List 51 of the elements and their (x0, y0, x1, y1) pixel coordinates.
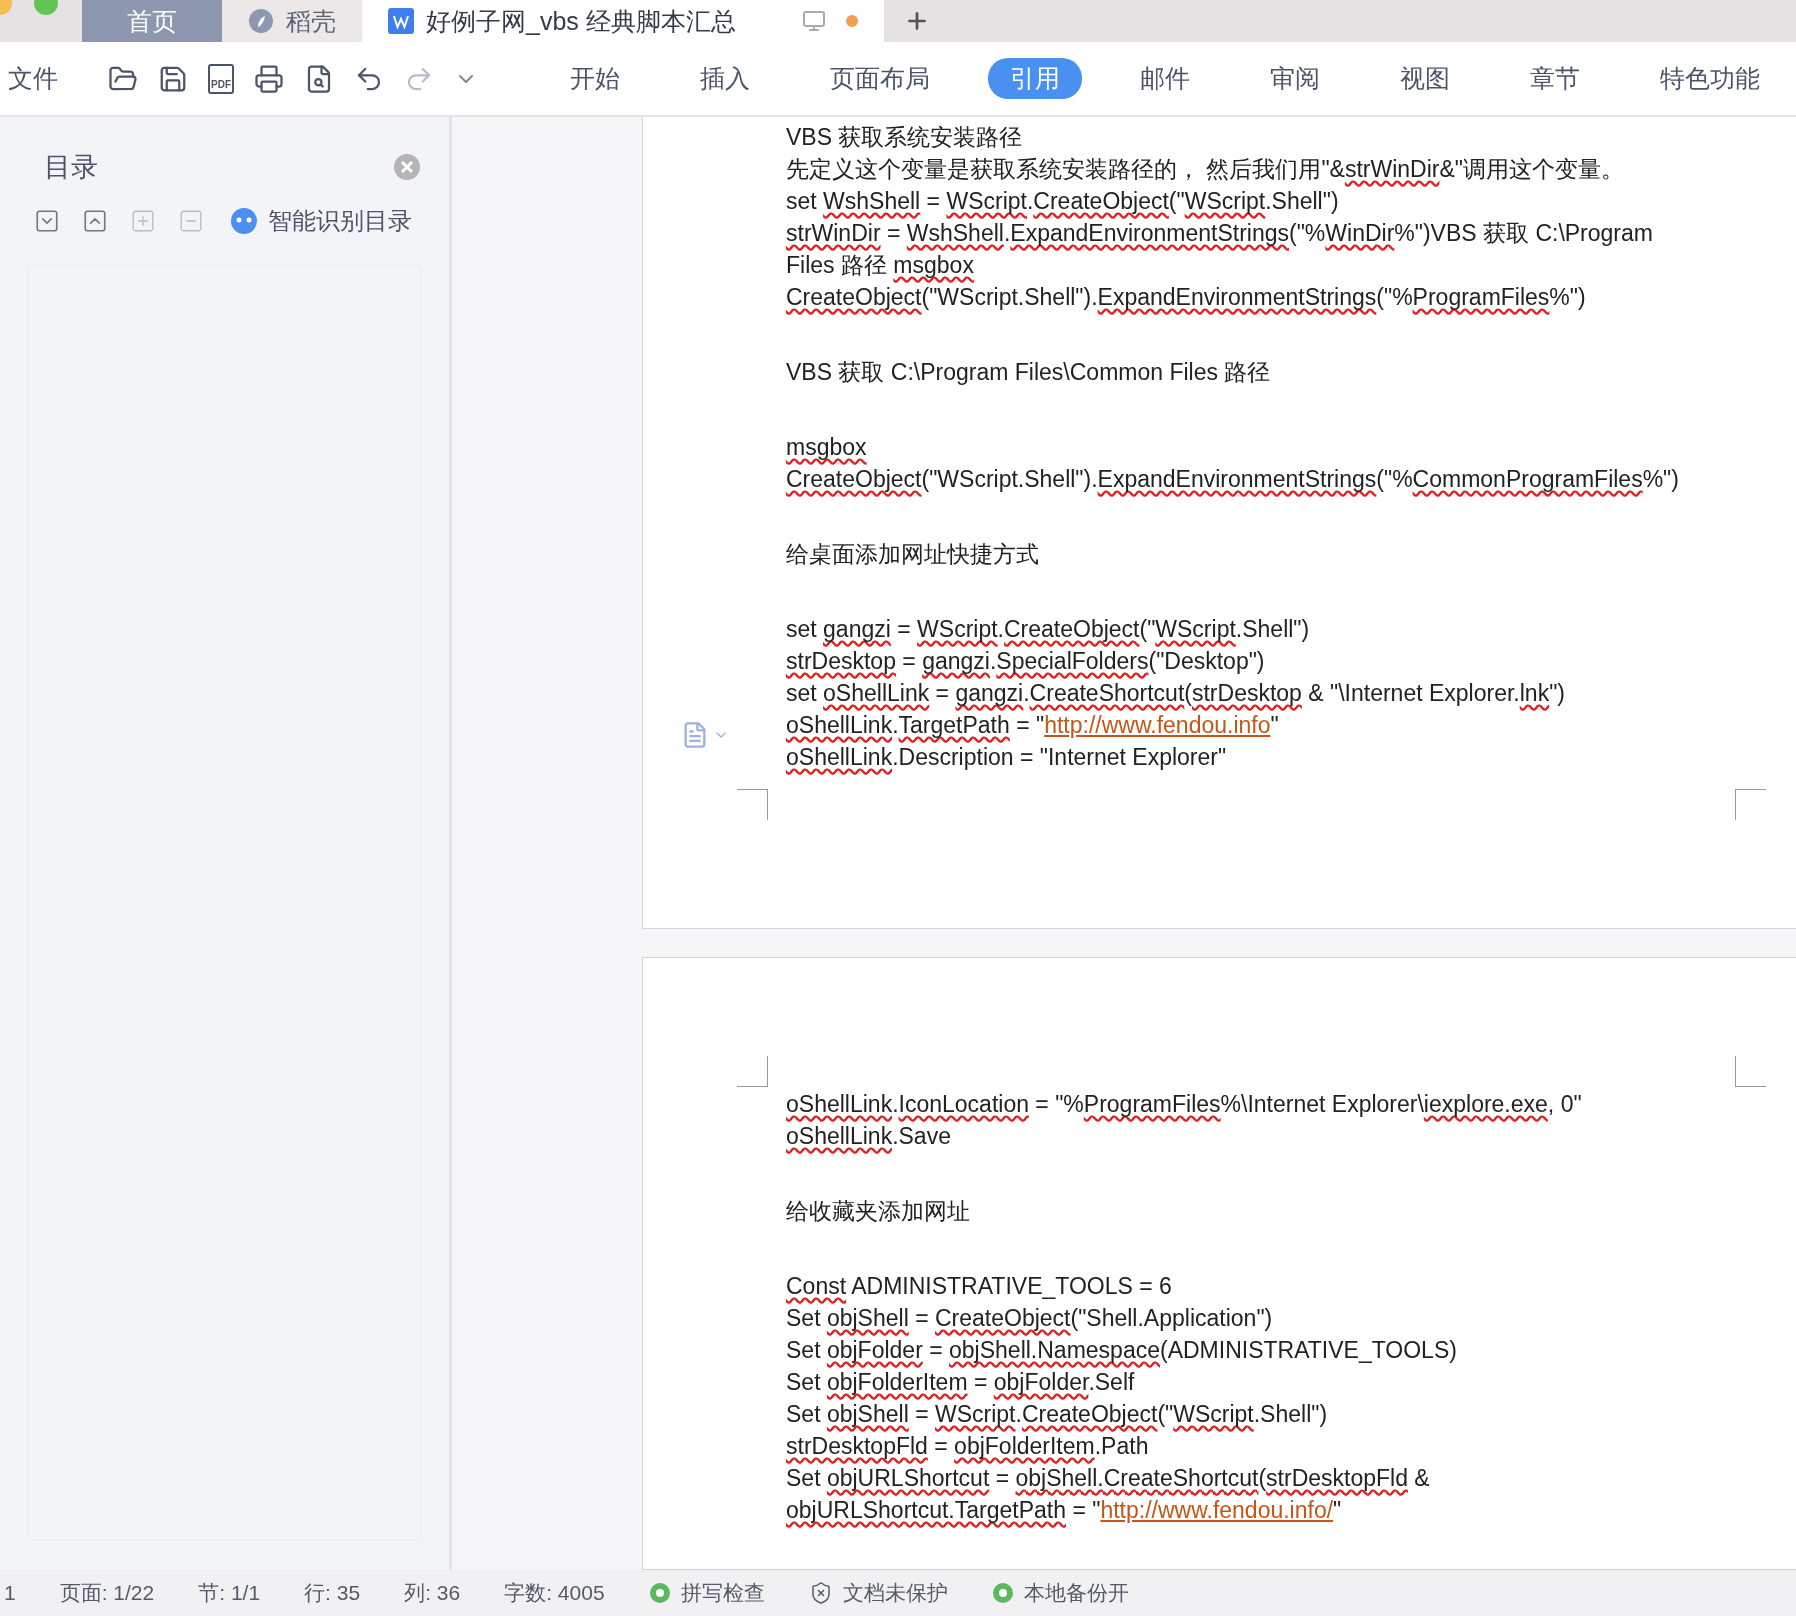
ribbon-tab[interactable]: 邮件 (1118, 58, 1212, 99)
document-line: oShellLink.IconLocation = "%ProgramFiles%\Internet Explorer\iexplore.exe, 0" (786, 1090, 1583, 1119)
smart-toc-button[interactable]: 智能识别目录 (230, 205, 412, 237)
document-line: 先定义这个变量是获取系统安装路径的， 然后我们用"&strWinDir&"调用这个变量。 (786, 155, 1625, 184)
document-line: Set objFolder = objShell.Namespace(ADMINISTRATIVE_TOOLS) (786, 1336, 1458, 1365)
status-item: 节: 1/1 (198, 1580, 261, 1606)
ribbon-tab[interactable]: 视图 (1378, 58, 1472, 99)
ribbon-tab[interactable]: 插入 (678, 58, 772, 99)
ribbon-tab[interactable]: 开始 (548, 58, 642, 99)
status-item[interactable]: 文档未保护 (808, 1579, 948, 1607)
status-item[interactable]: 拼写检查 (648, 1579, 765, 1607)
document-line: set gangzi = WScript.CreateObject("WScript.Shell") (786, 615, 1311, 644)
window-tab[interactable]: 稻壳 (222, 0, 362, 42)
document-line: msgbox (786, 433, 868, 462)
document-line: oShellLink.Description = "Internet Explorer" (786, 743, 1228, 772)
pdf-export-icon[interactable]: PDF (208, 63, 234, 94)
ribbon-tab[interactable]: 章节 (1508, 58, 1602, 99)
window-tab[interactable]: 好例子网_vbs 经典脚本汇总 (362, 0, 762, 42)
document-line: Const ADMINISTRATIVE_TOOLS = 6 (786, 1272, 1173, 1301)
document-line: CreateObject("WScript.Shell").ExpandEnvironmentStrings("%ProgramFiles%") (786, 283, 1587, 312)
status-item: 列: 36 (404, 1580, 461, 1606)
file-menu[interactable]: 文件 (0, 62, 108, 95)
document-line: 给桌面添加网址快捷方式 (786, 540, 1040, 569)
status-item: 行: 35 (304, 1580, 361, 1606)
status-item: 页面: 1/22 (59, 1580, 155, 1606)
document-line: VBS 获取 C:\Program Files\Common Files 路径 (786, 358, 1272, 387)
link[interactable]: http://www.fendou.info (1044, 712, 1271, 738)
status-item: 字数: 4005 (504, 1580, 605, 1606)
ribbon-tab[interactable]: 特色功能 (1638, 58, 1782, 99)
sidebar-title: 目录 (44, 151, 98, 184)
status-item: 1 (4, 1581, 16, 1605)
document-line: strDesktopFld = objFolderItem.Path (786, 1432, 1150, 1461)
document-line: Set objShell = WScript.CreateObject("WScript.Shell") (786, 1400, 1329, 1429)
status-item[interactable]: 本地备份开 (991, 1579, 1129, 1607)
document-line: Files 路径 msgbox (786, 251, 975, 280)
ribbon-tab[interactable]: 页面布局 (808, 58, 952, 99)
document-line: strWinDir = WshShell.ExpandEnvironmentStrings("%WinDir%")VBS 获取 C:\Program (786, 219, 1654, 248)
link[interactable]: http://www.fendou.info/ (1100, 1497, 1334, 1523)
document-line: Set objURLShortcut = objShell.CreateShortcut(strDesktopFld & (786, 1464, 1431, 1493)
document-line: Set objFolderItem = objFolder.Self (786, 1368, 1136, 1397)
document-line: oShellLink.Save (786, 1122, 952, 1151)
document-line: Set objShell = CreateObject("Shell.Application") (786, 1304, 1274, 1333)
ribbon-tab[interactable]: 审阅 (1248, 58, 1342, 99)
document-line: objURLShortcut.TargetPath = "http://www.fendou.info/" (786, 1496, 1343, 1525)
document-line: CreateObject("WScript.Shell").ExpandEnvironmentStrings("%CommonProgramFiles%") (786, 465, 1680, 494)
document-line: VBS 获取系统安装路径 (786, 123, 1024, 152)
document-line: set WshShell = WScript.CreateObject("WScript.Shell") (786, 187, 1340, 216)
document-line: oShellLink.TargetPath = "http://www.fendou.info" (786, 711, 1280, 740)
document-line: strDesktop = gangzi.SpecialFolders("Desktop") (786, 647, 1266, 676)
document-line: 给收藏夹添加网址 (786, 1197, 971, 1226)
document-line: set oShellLink = gangzi.CreateShortcut(strDesktop & "\Internet Explorer.lnk") (786, 679, 1566, 708)
